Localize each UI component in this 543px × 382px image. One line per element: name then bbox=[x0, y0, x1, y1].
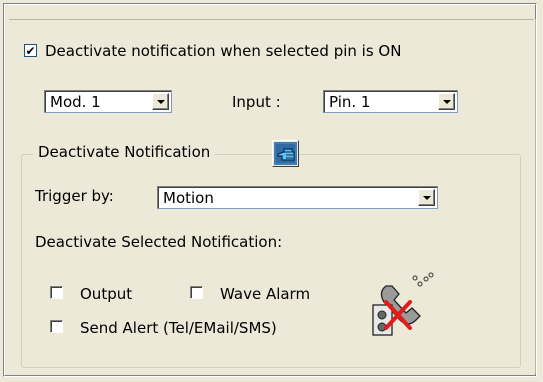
send-alert-checkbox[interactable] bbox=[50, 320, 63, 333]
pin-dropdown-button[interactable] bbox=[438, 93, 455, 110]
trigger-select-value: Motion bbox=[163, 189, 214, 207]
pin-select[interactable]: Pin. 1 bbox=[323, 90, 458, 113]
wave-alarm-checkbox[interactable] bbox=[190, 286, 203, 299]
selected-notification-label: Deactivate Selected Notification: bbox=[35, 233, 283, 251]
group-title: Deactivate Notification bbox=[33, 143, 216, 161]
top-divider bbox=[9, 19, 534, 20]
output-label: Output bbox=[80, 285, 133, 303]
deactivate-notification-label: Deactivate notification when selected pi… bbox=[45, 42, 402, 60]
trigger-select[interactable]: Motion bbox=[157, 186, 438, 209]
module-dropdown-button[interactable] bbox=[152, 93, 169, 110]
hand-pointer-button[interactable] bbox=[272, 140, 299, 167]
output-checkbox[interactable] bbox=[50, 286, 63, 299]
phone-disabled-icon bbox=[372, 272, 434, 336]
right-divider bbox=[535, 19, 536, 374]
deactivate-notification-checkbox[interactable]: ✔ bbox=[24, 44, 37, 57]
trigger-dropdown-button[interactable] bbox=[418, 189, 435, 206]
send-alert-label: Send Alert (Tel/EMail/SMS) bbox=[80, 319, 277, 337]
module-select-value: Mod. 1 bbox=[50, 93, 101, 111]
hand-pointer-icon bbox=[274, 142, 297, 165]
checkmark-icon: ✔ bbox=[25, 43, 36, 58]
trigger-label: Trigger by: bbox=[35, 187, 114, 205]
input-label: Input : bbox=[232, 93, 281, 111]
module-select[interactable]: Mod. 1 bbox=[44, 90, 172, 113]
wave-alarm-label: Wave Alarm bbox=[220, 285, 311, 303]
pin-select-value: Pin. 1 bbox=[329, 93, 371, 111]
